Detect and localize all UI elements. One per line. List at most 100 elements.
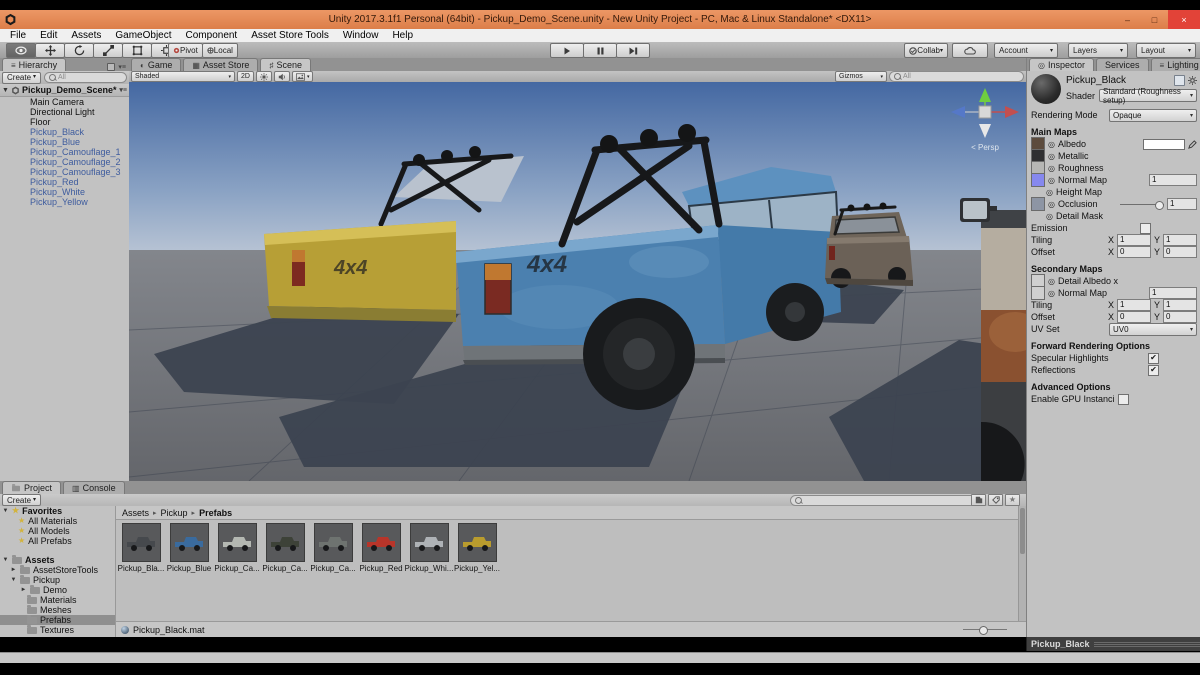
material-preview-header[interactable]: Pickup_Black	[1026, 637, 1200, 651]
asset-pickup-blue[interactable]: Pickup_Blue	[170, 523, 208, 573]
favorite-search-icon[interactable]: ★	[1005, 494, 1020, 506]
move-tool-button[interactable]	[35, 43, 65, 58]
panel-menu-icon[interactable]: ▾≡	[118, 63, 126, 71]
emission-checkbox[interactable]	[1140, 223, 1151, 234]
breadcrumb-prefabs[interactable]: Prefabs	[199, 508, 232, 518]
occlusion-value-field[interactable]: 1	[1167, 198, 1197, 210]
texture-target-icon[interactable]: ◎	[1046, 188, 1053, 197]
layout-dropdown[interactable]: Layout▾	[1136, 43, 1196, 58]
tree-prefabs-selected[interactable]: Prefabs	[0, 615, 115, 625]
search-by-label-icon[interactable]	[988, 494, 1003, 506]
asset-pickup-camouflage-3[interactable]: Pickup_Ca...	[314, 523, 352, 573]
tree-meshes[interactable]: Meshes	[0, 605, 115, 615]
asset-pickup-camouflage-2[interactable]: Pickup_Ca...	[266, 523, 304, 573]
texture-target-icon[interactable]: ◎	[1048, 277, 1055, 286]
occlusion-texture-thumb[interactable]	[1031, 197, 1045, 211]
asset-grid-scrollbar[interactable]	[1018, 506, 1026, 622]
scene-menu-icon[interactable]: ▾≡	[119, 86, 127, 94]
texture-target-icon[interactable]: ◎	[1048, 289, 1055, 298]
breadcrumb-assets[interactable]: Assets	[122, 508, 149, 518]
texture-target-icon[interactable]: ◎	[1048, 152, 1055, 161]
pause-button[interactable]	[583, 43, 617, 58]
asset-pickup-camouflage-1[interactable]: Pickup_Ca...	[218, 523, 256, 573]
tree-textures[interactable]: Textures	[0, 625, 115, 635]
offset-x-field[interactable]: 0	[1117, 246, 1151, 258]
assets-root[interactable]: ▼ Assets	[0, 555, 115, 565]
shading-mode-dropdown[interactable]: Shaded ▾	[131, 71, 235, 82]
scene-viewport[interactable]: 4x4	[129, 82, 1026, 481]
thumbnail-size-slider[interactable]	[963, 625, 1007, 634]
asset-pickup-black[interactable]: Pickup_Bla...	[122, 523, 160, 573]
inspector-tab[interactable]: ◎ Inspector	[1029, 58, 1094, 71]
asset-pickup-white[interactable]: Pickup_Whi...	[410, 523, 448, 573]
maximize-button[interactable]: □	[1141, 10, 1168, 29]
favorites-all-models[interactable]: ★ All Models	[0, 526, 115, 536]
project-search-input[interactable]	[790, 495, 985, 506]
eyedropper-icon[interactable]	[1188, 140, 1197, 149]
hierarchy-item-pickup-yellow[interactable]: Pickup_Yellow	[0, 197, 129, 207]
play-button[interactable]	[550, 43, 584, 58]
hierarchy-item-main-camera[interactable]: Main Camera	[0, 97, 129, 107]
console-tab[interactable]: ▥ Console	[63, 481, 125, 494]
scale-tool-button[interactable]	[93, 43, 123, 58]
hierarchy-item-pickup-camouflage-3[interactable]: Pickup_Camouflage_3	[0, 167, 129, 177]
tiling-x-field[interactable]: 1	[1117, 234, 1151, 246]
favorites-root[interactable]: ▼★ Favorites	[0, 506, 115, 516]
hierarchy-item-pickup-white[interactable]: Pickup_White	[0, 187, 129, 197]
scene-root-row[interactable]: ▼ Pickup_Demo_Scene* ▾≡	[0, 84, 129, 97]
effects-dropdown[interactable]: ▾	[292, 71, 314, 82]
minimize-button[interactable]: –	[1114, 10, 1141, 29]
close-button[interactable]: ×	[1168, 10, 1200, 29]
step-button[interactable]	[616, 43, 650, 58]
offset-y-field[interactable]: 0	[1163, 246, 1197, 258]
texture-target-icon[interactable]: ◎	[1048, 164, 1055, 173]
favorites-all-prefabs[interactable]: ★ All Prefabs	[0, 536, 115, 546]
shader-dropdown[interactable]: Standard (Roughness setup) ▾	[1099, 89, 1197, 102]
gizmos-dropdown[interactable]: Gizmos ▾	[835, 71, 887, 82]
breadcrumb-pickup[interactable]: Pickup	[161, 508, 188, 518]
expand-arrow-icon[interactable]: ▼	[2, 87, 9, 94]
secondary-offset-y-field[interactable]: 0	[1163, 311, 1197, 323]
hierarchy-item-floor[interactable]: Floor	[0, 117, 129, 127]
texture-target-icon[interactable]: ◎	[1048, 200, 1055, 209]
gpu-instancing-checkbox[interactable]	[1118, 394, 1129, 405]
menu-asset-store-tools[interactable]: Asset Store Tools	[244, 29, 336, 42]
layers-dropdown[interactable]: Layers▾	[1068, 43, 1128, 58]
2d-toggle-button[interactable]: 2D	[237, 71, 254, 82]
rendering-mode-dropdown[interactable]: Opaque ▾	[1109, 109, 1197, 122]
resize-handle[interactable]	[1094, 641, 1200, 648]
tree-pickup[interactable]: ▼ Pickup	[0, 575, 115, 585]
hierarchy-tab[interactable]: ≡ Hierarchy	[2, 58, 66, 71]
local-toggle-button[interactable]: Local	[202, 43, 238, 58]
account-dropdown[interactable]: Account▾	[994, 43, 1058, 58]
secondary-normal-value-field[interactable]: 1	[1149, 287, 1197, 299]
pivot-toggle-button[interactable]: Pivot	[168, 43, 203, 58]
specular-highlights-checkbox[interactable]: ✔	[1148, 353, 1159, 364]
menu-component[interactable]: Component	[179, 29, 245, 42]
occlusion-slider[interactable]	[1120, 200, 1164, 209]
texture-target-icon[interactable]: ◎	[1046, 212, 1053, 221]
secondary-tiling-x-field[interactable]: 1	[1117, 299, 1151, 311]
hierarchy-item-pickup-black[interactable]: Pickup_Black	[0, 127, 129, 137]
texture-target-icon[interactable]: ◎	[1048, 140, 1055, 149]
hierarchy-item-pickup-camouflage-2[interactable]: Pickup_Camouflage_2	[0, 157, 129, 167]
cloud-button[interactable]	[952, 43, 988, 58]
tree-assetstoretools[interactable]: ► AssetStoreTools	[0, 565, 115, 575]
hierarchy-item-pickup-camouflage-1[interactable]: Pickup_Camouflage_1	[0, 147, 129, 157]
normal-map-texture-thumb[interactable]	[1031, 173, 1045, 187]
menu-file[interactable]: File	[3, 29, 33, 42]
search-by-type-icon[interactable]	[971, 494, 986, 506]
project-tab[interactable]: Project	[2, 481, 61, 494]
hierarchy-create-button[interactable]: Create▾	[2, 72, 41, 84]
texture-target-icon[interactable]: ◎	[1048, 176, 1055, 185]
hierarchy-search-input[interactable]: All	[44, 72, 127, 83]
normal-map-value-field[interactable]: 1	[1149, 174, 1197, 186]
secondary-tiling-y-field[interactable]: 1	[1163, 299, 1197, 311]
favorites-all-materials[interactable]: ★ All Materials	[0, 516, 115, 526]
secondary-offset-x-field[interactable]: 0	[1117, 311, 1151, 323]
rotate-tool-button[interactable]	[64, 43, 94, 58]
asset-pickup-red[interactable]: Pickup_Red	[362, 523, 400, 573]
help-icon[interactable]	[1174, 75, 1185, 86]
scene-search-input[interactable]: All	[889, 71, 1024, 82]
gear-icon[interactable]	[1188, 76, 1197, 85]
